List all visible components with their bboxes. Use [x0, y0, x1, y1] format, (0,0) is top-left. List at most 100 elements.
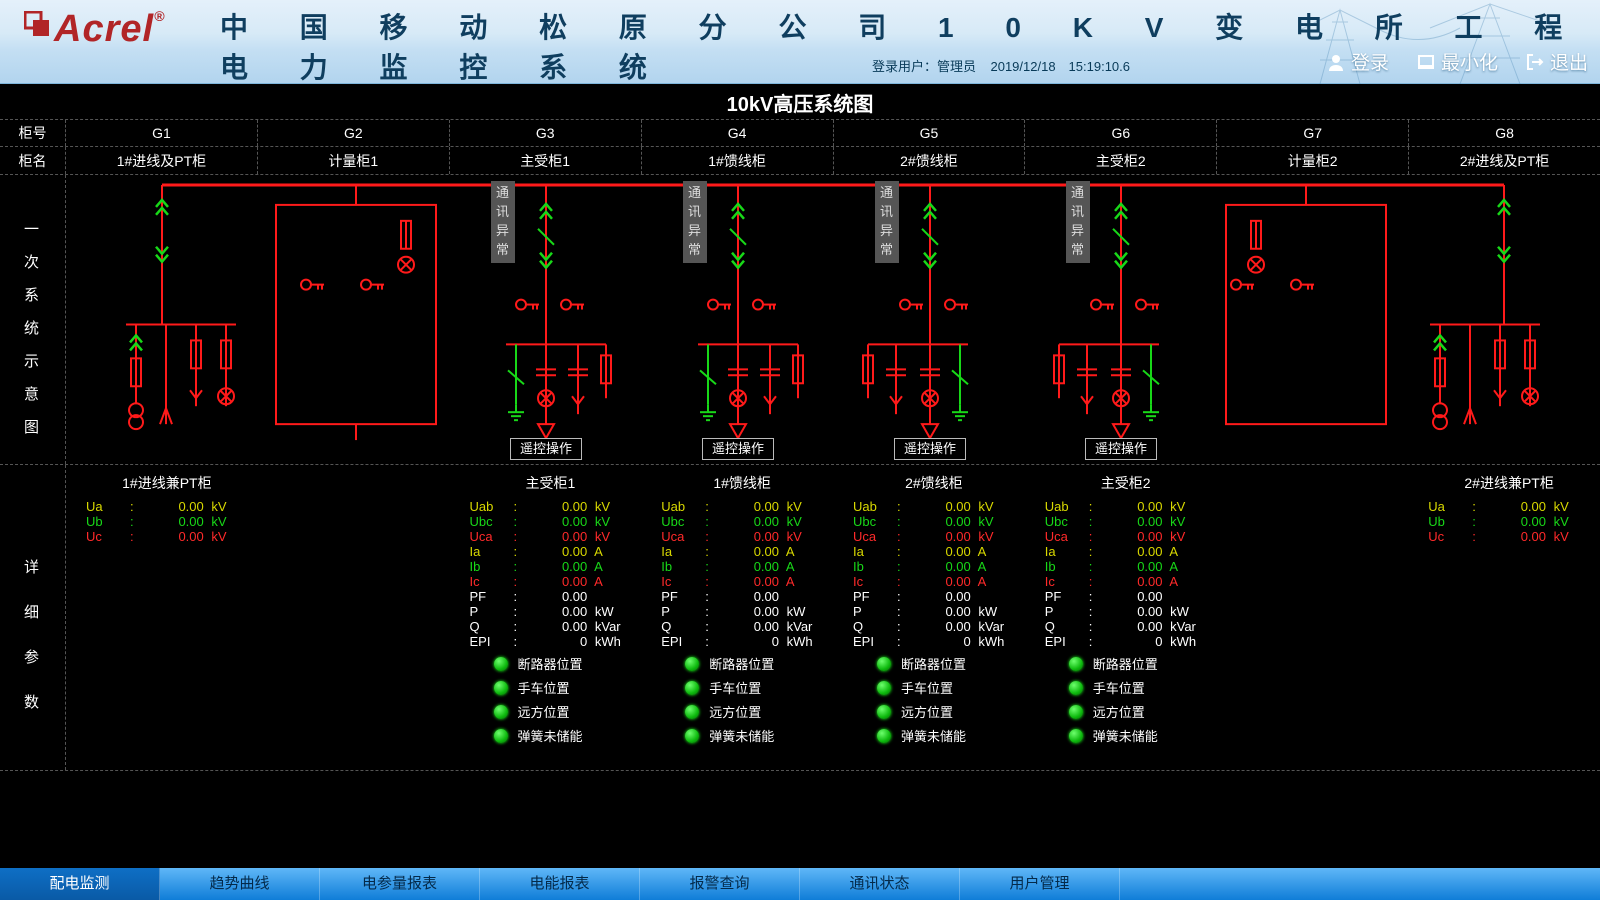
app-header: Acrel® 中 国 移 动 松 原 分 公 司 1 0 K V 变 电 所 工… — [0, 0, 1600, 84]
param-line: Ic:0.00 A — [853, 574, 1015, 589]
param-line: Ic:0.00 A — [661, 574, 823, 589]
param-line: Uc:0.00 kV — [1428, 529, 1590, 544]
cab-no-g6: G6 — [1025, 120, 1217, 146]
cab-no-g5: G5 — [834, 120, 1026, 146]
remote-btn-g5[interactable]: 遥控操作 — [894, 438, 966, 460]
status-line: 远方位置 — [470, 702, 632, 721]
status-dot-icon — [494, 657, 508, 671]
status-line: 弹簧未储能 — [470, 726, 632, 745]
status-dot-icon — [494, 705, 508, 719]
param-line: Q:0.00 kVar — [470, 619, 632, 634]
nav-5[interactable]: 通讯状态 — [800, 868, 960, 900]
comm-error-g3: 通讯异常 — [491, 181, 515, 263]
status-dot-icon — [1069, 681, 1083, 695]
comm-error-g4: 通讯异常 — [683, 181, 707, 263]
param-line: EPI:0 kWh — [853, 634, 1015, 649]
row-label-diagram: 一次系统示意图 — [0, 175, 66, 464]
cab-name-g6: 主受柜2 — [1025, 147, 1217, 174]
params-g3-title: 主受柜1 — [470, 473, 632, 493]
main-area: 10kV高压系统图 柜号 G1 G2 G3 G4 G5 G6 G7 G8 柜名 … — [0, 84, 1600, 868]
footer-nav: 配电监测趋势曲线电参量报表电能报表报警查询通讯状态用户管理 — [0, 868, 1600, 900]
status-line: 手车位置 — [1045, 678, 1207, 697]
param-line: EPI:0 kWh — [1045, 634, 1207, 649]
status-dot-icon — [494, 729, 508, 743]
remote-btn-g3[interactable]: 遥控操作 — [510, 438, 582, 460]
status-dot-icon — [877, 705, 891, 719]
user-icon — [1327, 53, 1345, 71]
comm-error-g5: 通讯异常 — [875, 181, 899, 263]
row-label-cabname: 柜名 — [0, 147, 66, 174]
cabinet-name-row: 柜名 1#进线及PT柜 计量柜1 主受柜1 1#馈线柜 2#馈线柜 主受柜2 计… — [0, 147, 1600, 175]
param-line: EPI:0 kWh — [470, 634, 632, 649]
status-dot-icon — [494, 681, 508, 695]
param-line: Uca:0.00 kV — [1045, 529, 1207, 544]
status-line: 弹簧未储能 — [1045, 726, 1207, 745]
nav-6[interactable]: 用户管理 — [960, 868, 1120, 900]
param-line: P:0.00 kW — [661, 604, 823, 619]
status-dot-icon — [877, 657, 891, 671]
param-line: PF:0.00 — [853, 589, 1015, 604]
minimize-button[interactable]: 最小化 — [1417, 48, 1498, 75]
cab-no-g8: G8 — [1409, 120, 1600, 146]
login-button[interactable]: 登录 — [1327, 48, 1389, 75]
param-line: Ib:0.00 A — [470, 559, 632, 574]
svg-diagram: 通讯异常 通讯异常 通讯异常 通讯异常 遥控操作 遥控操作 遥控操作 遥控操作 — [66, 175, 1600, 464]
status-line: 登录用户：管理员 2019/12/18 15:19:10.6 — [872, 56, 1130, 75]
params-g6-title: 主受柜2 — [1045, 473, 1207, 493]
status-dot-icon — [685, 657, 699, 671]
status-line: 弹簧未储能 — [661, 726, 823, 745]
exit-icon — [1526, 53, 1544, 71]
status-dot-icon — [685, 705, 699, 719]
params-g3: 主受柜1Uab:0.00 kVUbc:0.00 kVUca:0.00 kVIa:… — [450, 465, 642, 770]
param-line: Ib:0.00 A — [853, 559, 1015, 574]
exit-button[interactable]: 退出 — [1526, 48, 1588, 75]
cab-name-g3: 主受柜1 — [450, 147, 642, 174]
status-dot-icon — [1069, 657, 1083, 671]
nav-1[interactable]: 趋势曲线 — [160, 868, 320, 900]
nav-3[interactable]: 电能报表 — [480, 868, 640, 900]
params-g5: 2#馈线柜Uab:0.00 kVUbc:0.00 kVUca:0.00 kVIa… — [833, 465, 1025, 770]
params-g6: 主受柜2Uab:0.00 kVUbc:0.00 kVUca:0.00 kVIa:… — [1025, 465, 1217, 770]
nav-2[interactable]: 电参量报表 — [320, 868, 480, 900]
params-g1-title: 1#进线兼PT柜 — [86, 473, 248, 493]
remote-btn-g4[interactable]: 遥控操作 — [702, 438, 774, 460]
params-g8: 2#进线兼PT柜Ua:0.00 kVUb:0.00 kVUc:0.00 kV — [1408, 465, 1600, 770]
cab-name-g1: 1#进线及PT柜 — [66, 147, 258, 174]
comm-error-g6: 通讯异常 — [1066, 181, 1090, 263]
cab-name-g8: 2#进线及PT柜 — [1409, 147, 1600, 174]
param-line: Ia:0.00 A — [853, 544, 1015, 559]
cab-no-g4: G4 — [642, 120, 834, 146]
param-line: Ub:0.00 kV — [86, 514, 248, 529]
row-label-params: 详细参数 — [0, 465, 66, 770]
param-line: Uc:0.00 kV — [86, 529, 248, 544]
param-line: Ubc:0.00 kV — [470, 514, 632, 529]
cabinet-number-row: 柜号 G1 G2 G3 G4 G5 G6 G7 G8 — [0, 119, 1600, 147]
status-line: 远方位置 — [1045, 702, 1207, 721]
status-line: 手车位置 — [470, 678, 632, 697]
param-line: Uab:0.00 kV — [470, 499, 632, 514]
params-g1: 1#进线兼PT柜Ua:0.00 kVUb:0.00 kVUc:0.00 kV — [66, 465, 258, 770]
param-line: Ubc:0.00 kV — [1045, 514, 1207, 529]
remote-btn-g6[interactable]: 遥控操作 — [1085, 438, 1157, 460]
status-line: 断路器位置 — [470, 654, 632, 673]
param-line: Ic:0.00 A — [470, 574, 632, 589]
params-g4-title: 1#馈线柜 — [661, 473, 823, 493]
param-line: PF:0.00 — [1045, 589, 1207, 604]
brand-mark-icon — [24, 4, 50, 30]
param-line: Uab:0.00 kV — [853, 499, 1015, 514]
nav-0[interactable]: 配电监测 — [0, 868, 160, 900]
nav-4[interactable]: 报警查询 — [640, 868, 800, 900]
param-line: Ubc:0.00 kV — [661, 514, 823, 529]
cab-no-g2: G2 — [258, 120, 450, 146]
param-line: P:0.00 kW — [1045, 604, 1207, 619]
param-line: P:0.00 kW — [853, 604, 1015, 619]
param-line: Ib:0.00 A — [1045, 559, 1207, 574]
cab-no-g7: G7 — [1217, 120, 1409, 146]
params-area: 详细参数 1#进线兼PT柜Ua:0.00 kVUb:0.00 kVUc:0.00… — [0, 465, 1600, 771]
param-line: Q:0.00 kVar — [661, 619, 823, 634]
status-dot-icon — [685, 681, 699, 695]
param-line: Uca:0.00 kV — [470, 529, 632, 544]
param-line: Uca:0.00 kV — [661, 529, 823, 544]
cab-name-g2: 计量柜1 — [258, 147, 450, 174]
param-line: Ib:0.00 A — [661, 559, 823, 574]
